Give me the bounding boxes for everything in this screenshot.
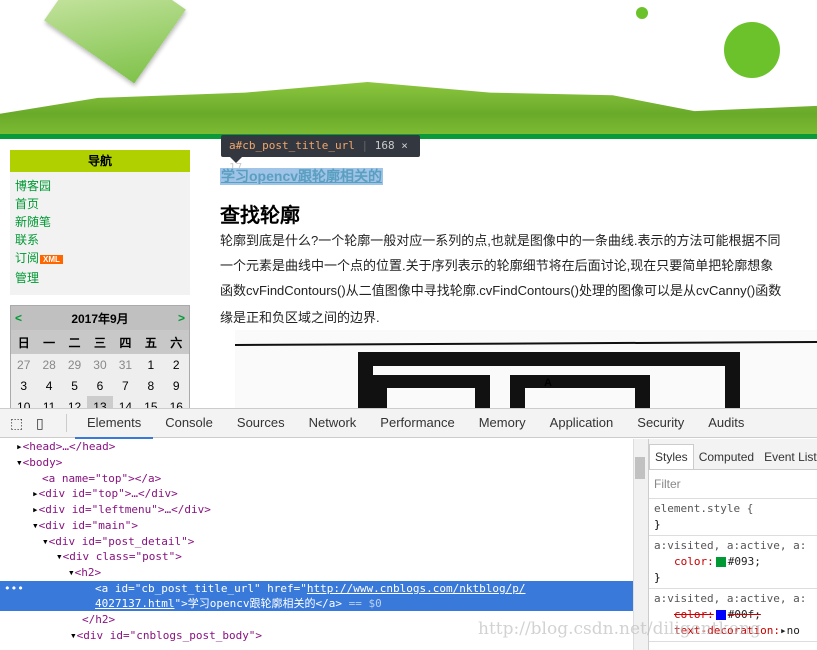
contour-figure: A bbox=[234, 330, 817, 410]
nav-link-home[interactable]: 首页 bbox=[15, 195, 185, 213]
xml-badge: XML bbox=[40, 255, 63, 264]
dom-node-head[interactable]: ▸<head>…</head> bbox=[16, 439, 115, 455]
nav-link-blog-home[interactable]: 博客园 bbox=[15, 177, 185, 195]
inspect-element-icon[interactable]: ⬚ bbox=[10, 415, 28, 432]
tab-elements[interactable]: Elements bbox=[75, 408, 154, 439]
calendar-day[interactable]: 9 bbox=[164, 375, 189, 396]
calendar-grid: 日一二三四五六 27 28 29 30 31 1 2 3 4 5 6 7 8 9 10 11 12 13 14 15 1… bbox=[11, 330, 189, 417]
calendar: <2017年9月 > 日一二三四五六 27 28 29 30 31 1 2 3 4 5 6 7 8 9 10 1… bbox=[10, 305, 190, 418]
tab-network[interactable]: Network bbox=[297, 408, 369, 439]
post-paragraph-line: 缘是正和负区域之间的边界. bbox=[220, 310, 380, 325]
color-swatch[interactable] bbox=[715, 557, 726, 567]
dom-node-a-top[interactable]: <a name="top"></a> bbox=[42, 471, 161, 487]
post-title-link[interactable]: 学习opencv跟轮廓相关的 bbox=[220, 168, 384, 185]
calendar-weekday: 六 bbox=[163, 330, 189, 354]
nav-title: 导航 bbox=[10, 150, 190, 172]
dom-node-body[interactable]: ▾<body> bbox=[16, 455, 62, 471]
inspect-tooltip: a#cb_post_title_url | 168 × 17 bbox=[221, 135, 420, 174]
post-paragraph-line: 函数cvFindContours()从二值图像中寻找轮廓.cvFindConto… bbox=[220, 283, 782, 298]
toolbar-divider bbox=[66, 414, 67, 432]
scrollbar-thumb[interactable] bbox=[635, 457, 645, 479]
calendar-weekday: 二 bbox=[61, 330, 88, 354]
calendar-day[interactable]: 1 bbox=[138, 354, 163, 375]
nav-link-manage[interactable]: 管理 bbox=[15, 269, 185, 287]
tab-styles[interactable]: Styles bbox=[649, 444, 694, 469]
post-paragraph-line: 轮廓到底是什么?一个轮廓一般对应一系列的点,也就是图像中的一条曲线.表示的方法可… bbox=[220, 233, 781, 248]
nav-list: 博客园 首页 新随笔 联系 订阅 XML 管理 bbox=[10, 172, 190, 295]
tab-audits[interactable]: Audits bbox=[696, 408, 756, 439]
calendar-day[interactable]: 28 bbox=[36, 354, 61, 375]
tab-security[interactable]: Security bbox=[625, 408, 696, 439]
calendar-next-button[interactable]: > bbox=[178, 311, 185, 325]
dom-node-div-main[interactable]: ▾<div id="main"> bbox=[32, 518, 138, 534]
calendar-prev-button[interactable]: < bbox=[15, 311, 22, 325]
blog-header-banner bbox=[0, 0, 817, 139]
calendar-day[interactable]: 29 bbox=[62, 354, 87, 375]
calendar-day[interactable]: 31 bbox=[113, 354, 138, 375]
style-rule-visited: a:visited, a:active, a: color: #093;} bbox=[649, 536, 817, 589]
post-paragraph-line: 一个元素是曲线中一个点的位置.关于序列表示的轮廓细节将在后面讨论,现在只要简单把… bbox=[220, 258, 774, 273]
contour-figure-drawing: A bbox=[234, 341, 817, 410]
calendar-weekday: 三 bbox=[87, 330, 113, 354]
devtools-panel: ⬚ ▯ Elements Console Sources Network Perform… bbox=[0, 408, 817, 650]
dom-node-selected-title-link[interactable]: ••• <a id="cb_post_title_url" href="http… bbox=[0, 581, 633, 611]
nav-link-new-post[interactable]: 新随笔 bbox=[15, 213, 185, 231]
dom-node-div-top[interactable]: ▸<div id="top">…</div> bbox=[32, 486, 178, 502]
tab-event-listeners[interactable]: Event Listeners bbox=[759, 445, 817, 469]
node-actions-ellipsis[interactable]: ••• bbox=[4, 581, 24, 596]
calendar-day[interactable]: 2 bbox=[164, 354, 189, 375]
calendar-title: 2017年9月 bbox=[71, 311, 129, 326]
leaf-photo-decoration bbox=[44, 0, 186, 84]
small-clover-image bbox=[636, 7, 648, 19]
tab-computed[interactable]: Computed bbox=[694, 445, 759, 469]
tooltip-selector: a#cb_post_title_url bbox=[229, 139, 355, 152]
calendar-weekday: 一 bbox=[36, 330, 62, 354]
dom-node-h2[interactable]: ▾<h2> bbox=[68, 565, 101, 581]
device-toolbar-icon[interactable]: ▯ bbox=[36, 415, 58, 432]
calendar-day[interactable]: 4 bbox=[36, 375, 61, 396]
dom-node-h2-close[interactable]: </h2> bbox=[82, 612, 115, 628]
subscribe-label: 订阅 bbox=[15, 251, 40, 265]
calendar-day[interactable]: 30 bbox=[87, 354, 112, 375]
calendar-weekday: 五 bbox=[138, 330, 164, 354]
calendar-day[interactable]: 27 bbox=[11, 354, 36, 375]
calendar-day[interactable]: 8 bbox=[138, 375, 163, 396]
dom-node-div-leftmenu[interactable]: ▸<div id="leftmenu">…</div> bbox=[32, 502, 211, 518]
tab-console[interactable]: Console bbox=[153, 408, 225, 439]
grass-hill-image bbox=[0, 82, 817, 135]
devtools-toolbar: ⬚ ▯ Elements Console Sources Network Perform… bbox=[0, 408, 817, 439]
left-sidebar: 导航 博客园 首页 新随笔 联系 订阅 XML 管理 <2017年9月 > 日一二三… bbox=[10, 150, 190, 418]
styles-filter-input[interactable]: Filter bbox=[649, 470, 817, 499]
dom-node-div-post[interactable]: ▾<div class="post"> bbox=[56, 549, 182, 565]
calendar-day[interactable]: 7 bbox=[113, 375, 138, 396]
tab-performance[interactable]: Performance bbox=[368, 408, 466, 439]
clover-image bbox=[724, 22, 780, 78]
nav-link-subscribe[interactable]: 订阅 XML bbox=[15, 249, 185, 269]
figure-label: A bbox=[544, 377, 552, 389]
nav-link-contact[interactable]: 联系 bbox=[15, 231, 185, 249]
dom-node-post-detail[interactable]: ▾<div id="post_detail"> bbox=[42, 534, 194, 550]
tab-memory[interactable]: Memory bbox=[467, 408, 538, 439]
calendar-day[interactable]: 3 bbox=[11, 375, 36, 396]
post-heading: 查找轮廓 bbox=[220, 205, 300, 227]
calendar-weekday: 四 bbox=[112, 330, 139, 354]
dom-node-post-body[interactable]: ▾<div id="cnblogs_post_body"> bbox=[70, 628, 262, 644]
calendar-day[interactable]: 5 bbox=[62, 375, 87, 396]
tab-sources[interactable]: Sources bbox=[225, 408, 297, 439]
calendar-day[interactable]: 6 bbox=[87, 375, 112, 396]
style-rule-element: element.style {} bbox=[649, 499, 817, 536]
watermark: http://blog.csdn.net/diligentkong bbox=[478, 619, 761, 639]
tab-application[interactable]: Application bbox=[538, 408, 626, 439]
calendar-weekday: 日 bbox=[11, 330, 37, 354]
